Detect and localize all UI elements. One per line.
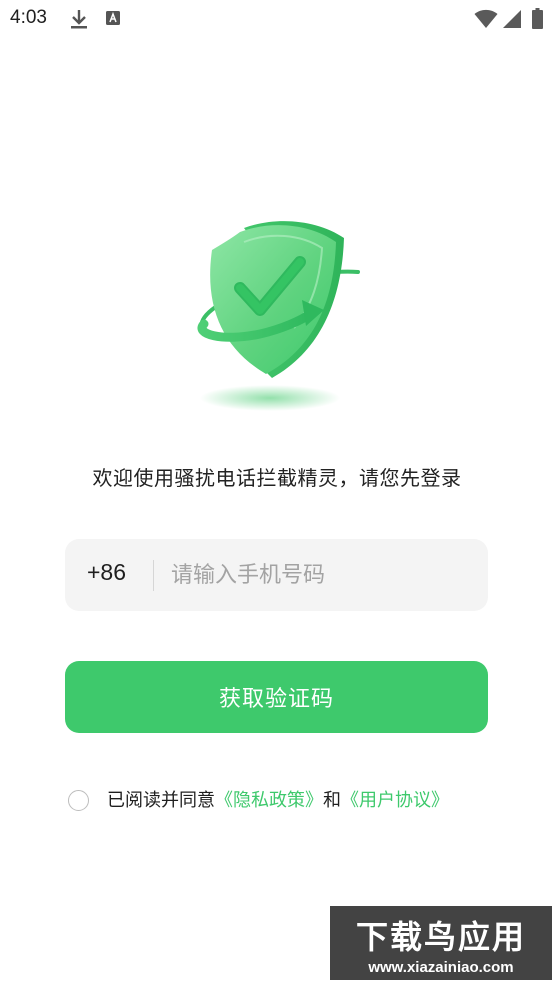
status-time: 4:03 bbox=[10, 7, 47, 28]
welcome-text: 欢迎使用骚扰电话拦截精灵，请您先登录 bbox=[92, 466, 462, 490]
wifi-icon bbox=[474, 9, 498, 28]
signal-icon bbox=[503, 10, 521, 28]
privacy-policy-link[interactable]: 《隐私政策》 bbox=[215, 790, 323, 811]
agreement-connector: 和 bbox=[323, 790, 341, 811]
a-letter-icon bbox=[106, 11, 120, 25]
svg-text:下载鸟应用: 下载鸟应用 bbox=[356, 918, 526, 956]
watermark: 下载鸟应用 www.xiazainiao.com bbox=[330, 906, 552, 980]
agree-radio[interactable] bbox=[68, 790, 89, 811]
user-agreement-link[interactable]: 《用户协议》 bbox=[341, 790, 449, 811]
svg-text:www.xiazainiao.com: www.xiazainiao.com bbox=[367, 959, 513, 976]
phone-field[interactable]: +86 bbox=[65, 539, 488, 611]
field-divider bbox=[153, 560, 154, 591]
status-bar: 4:03 bbox=[0, 0, 554, 38]
download-icon bbox=[71, 10, 87, 29]
agreement-prefix: 已阅读并同意 bbox=[107, 790, 215, 811]
get-code-button[interactable]: 获取验证码 bbox=[65, 661, 488, 733]
agreement-text: 已阅读并同意《隐私政策》和《用户协议》 bbox=[107, 789, 449, 813]
battery-icon bbox=[532, 8, 543, 29]
agreement-row: 已阅读并同意《隐私政策》和《用户协议》 bbox=[68, 789, 508, 815]
country-code[interactable]: +86 bbox=[87, 559, 126, 586]
phone-input[interactable] bbox=[171, 551, 471, 599]
green-shield-check-icon bbox=[197, 221, 360, 411]
